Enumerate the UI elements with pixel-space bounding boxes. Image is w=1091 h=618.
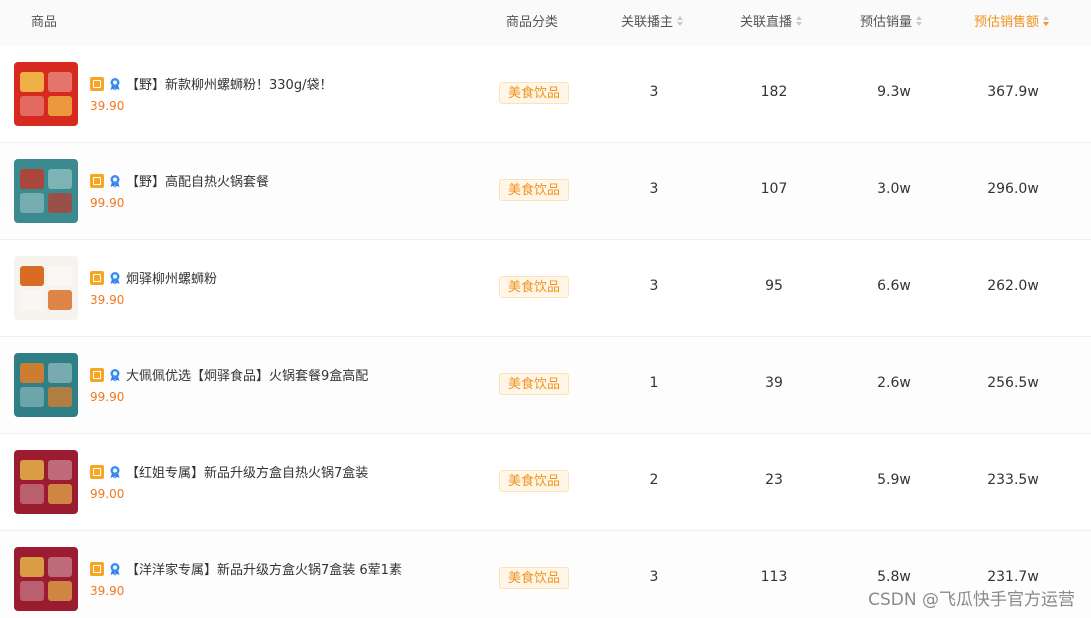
lives-count[interactable]: 113 [724, 569, 824, 585]
header-anchors-label: 关联播主 [621, 15, 674, 30]
anchors-count[interactable]: 3 [604, 278, 704, 294]
product-title[interactable]: 炯驿柳州螺蛳粉 [126, 268, 217, 287]
award-ribbon-icon [110, 563, 120, 576]
product-title[interactable]: 【野】高配自热火锅套餐 [126, 171, 269, 190]
product-price: 99.00 [90, 487, 125, 501]
product-ranking-table: 商品 商品分类 关联播主 关联直播 预估销量 预估销售额 【野】新款柳州螺蛳粉！… [0, 0, 1091, 618]
shop-icon [90, 368, 104, 382]
award-ribbon-icon [110, 175, 120, 188]
sort-icon[interactable] [916, 15, 924, 26]
estimated-sales: 367.9w [987, 84, 1039, 100]
award-ribbon-icon [110, 369, 120, 382]
anchors-count[interactable]: 3 [604, 84, 704, 100]
award-ribbon-icon [110, 466, 120, 479]
header-product: 商品 [31, 15, 58, 30]
lives-count[interactable]: 39 [724, 375, 824, 391]
product-title[interactable]: 【野】新款柳州螺蛳粉！330g/袋！ [126, 74, 332, 93]
estimated-volume: 5.9w [877, 472, 911, 488]
shop-icon [90, 174, 104, 188]
category-tag: 美食饮品 [499, 276, 569, 298]
header-sales[interactable]: 预估销售额 [974, 0, 1051, 46]
product-price: 99.90 [90, 196, 125, 210]
category-tag: 美食饮品 [499, 82, 569, 104]
estimated-volume: 5.8w [877, 569, 911, 585]
product-title[interactable]: 【红姐专属】新品升级方盒自热火锅7盒装 [126, 462, 368, 481]
category-tag: 美食饮品 [499, 373, 569, 395]
sort-icon[interactable] [677, 15, 685, 26]
lives-count[interactable]: 182 [724, 84, 824, 100]
product-price: 39.90 [90, 584, 125, 598]
award-ribbon-icon [110, 272, 120, 285]
product-thumbnail[interactable] [14, 547, 78, 611]
category-tag: 美食饮品 [499, 470, 569, 492]
shop-icon [90, 562, 104, 576]
estimated-sales: 233.5w [987, 472, 1039, 488]
anchors-count[interactable]: 1 [604, 375, 704, 391]
header-category: 商品分类 [506, 15, 559, 30]
estimated-volume: 2.6w [877, 375, 911, 391]
header-lives-label: 关联直播 [740, 15, 793, 30]
category-tag: 美食饮品 [499, 567, 569, 589]
product-price: 39.90 [90, 99, 125, 113]
estimated-sales: 231.7w [987, 569, 1039, 585]
lives-count[interactable]: 23 [724, 472, 824, 488]
header-sales-label: 预估销售额 [974, 15, 1040, 30]
product-thumbnail[interactable] [14, 159, 78, 223]
table-header: 商品 商品分类 关联播主 关联直播 预估销量 预估销售额 [0, 0, 1091, 46]
product-thumbnail[interactable] [14, 256, 78, 320]
header-volume-label: 预估销量 [860, 15, 913, 30]
table-row[interactable]: 【野】新款柳州螺蛳粉！330g/袋！ 39.90 美食饮品 3 182 9.3w 367.9… [0, 46, 1091, 143]
table-row[interactable]: 大佩佩优选【炯驿食品】火锅套餐9盒高配 99.90 美食饮品 1 39 2.6w 256.5… [0, 337, 1091, 434]
shop-icon [90, 465, 104, 479]
category-tag: 美食饮品 [499, 179, 569, 201]
estimated-volume: 6.6w [877, 278, 911, 294]
header-anchors[interactable]: 关联播主 [621, 0, 685, 46]
product-thumbnail[interactable] [14, 353, 78, 417]
product-title[interactable]: 【洋洋家专属】新品升级方盒火锅7盒装 6荤1素 [126, 559, 402, 578]
product-price: 99.90 [90, 390, 125, 404]
watermark: CSDN @飞瓜快手官方运营 [868, 590, 1075, 610]
shop-icon [90, 77, 104, 91]
product-title[interactable]: 大佩佩优选【炯驿食品】火锅套餐9盒高配 [126, 365, 368, 384]
header-volume[interactable]: 预估销量 [860, 0, 924, 46]
product-price: 39.90 [90, 293, 125, 307]
award-ribbon-icon [110, 78, 120, 91]
table-row[interactable]: 炯驿柳州螺蛳粉 39.90 美食饮品 3 95 6.6w 262.0w [0, 240, 1091, 337]
header-lives[interactable]: 关联直播 [740, 0, 804, 46]
anchors-count[interactable]: 3 [604, 181, 704, 197]
table-row[interactable]: 【野】高配自热火锅套餐 99.90 美食饮品 3 107 3.0w 296.0w [0, 143, 1091, 240]
product-thumbnail[interactable] [14, 62, 78, 126]
product-thumbnail[interactable] [14, 450, 78, 514]
anchors-count[interactable]: 2 [604, 472, 704, 488]
lives-count[interactable]: 107 [724, 181, 824, 197]
estimated-volume: 9.3w [877, 84, 911, 100]
estimated-sales: 262.0w [987, 278, 1039, 294]
lives-count[interactable]: 95 [724, 278, 824, 294]
table-row[interactable]: 【红姐专属】新品升级方盒自热火锅7盒装 99.00 美食饮品 2 23 5.9w 233.5… [0, 434, 1091, 531]
estimated-sales: 256.5w [987, 375, 1039, 391]
sort-icon[interactable] [796, 15, 804, 26]
estimated-volume: 3.0w [877, 181, 911, 197]
anchors-count[interactable]: 3 [604, 569, 704, 585]
estimated-sales: 296.0w [987, 181, 1039, 197]
shop-icon [90, 271, 104, 285]
sort-desc-active-icon[interactable] [1043, 15, 1051, 26]
